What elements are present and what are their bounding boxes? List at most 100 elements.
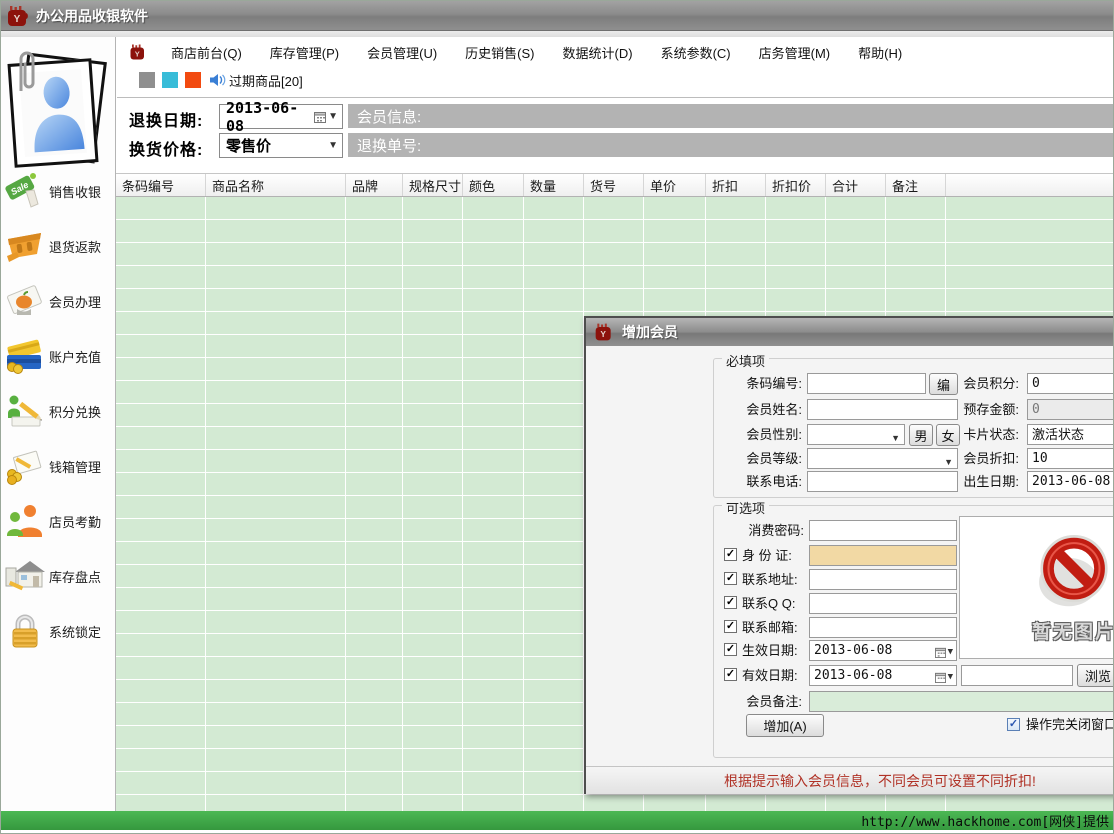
calendar-dropdown-icon[interactable]: ▼ <box>935 668 953 687</box>
member-level-select[interactable]: ▼ <box>807 448 958 469</box>
menu-item-sales-history[interactable]: 历史销售(S) <box>455 40 544 65</box>
sidebar-item-points-exchange[interactable]: 积分兑换 <box>3 385 114 437</box>
gender-select[interactable]: ▼ <box>807 424 905 445</box>
contact-phone-input[interactable] <box>807 471 958 492</box>
menu-item-inventory[interactable]: 库存管理(P) <box>260 40 349 65</box>
table-cell <box>463 358 524 380</box>
column-header-1[interactable]: 条码编号 <box>116 174 206 196</box>
menu-item-members[interactable]: 会员管理(U) <box>357 40 447 65</box>
table-cell <box>206 335 346 357</box>
table-cell <box>403 335 463 357</box>
table-cell <box>463 542 524 564</box>
id-card-input[interactable] <box>809 545 957 566</box>
sidebar-item-stock-check[interactable]: 库存盘点 <box>3 550 114 602</box>
table-cell <box>403 312 463 334</box>
menu-item-store-front[interactable]: 商店前台(Q) <box>161 40 252 65</box>
browse-button[interactable]: 浏览 <box>1077 664 1114 687</box>
calendar-dropdown-icon[interactable]: ▼ <box>314 111 338 123</box>
table-cell <box>463 404 524 426</box>
barcode-input[interactable] <box>807 373 926 394</box>
sale-tag-icon: Sale <box>3 169 47 213</box>
card-status-input[interactable]: 激活状态 <box>1027 424 1114 445</box>
member-remark-input[interactable] <box>809 691 1114 712</box>
table-cell <box>706 220 766 242</box>
table-cell <box>403 565 463 587</box>
table-cell <box>116 703 206 725</box>
contact-email-input[interactable] <box>809 617 957 638</box>
contact-qq-input[interactable] <box>809 593 957 614</box>
member-name-input[interactable] <box>807 399 958 420</box>
table-cell <box>524 220 584 242</box>
table-cell <box>524 450 584 472</box>
exchange-price-select[interactable]: 零售价 ▼ <box>219 133 343 158</box>
add-member-button[interactable]: 增加(A) <box>746 714 824 737</box>
return-date-input[interactable]: 2013-06-08 ▼ <box>219 104 343 129</box>
table-cell <box>116 450 206 472</box>
valid-date-checkbox[interactable]: ✓ <box>724 668 737 681</box>
member-points-input[interactable]: 0 <box>1027 373 1114 394</box>
effective-date-checkbox[interactable]: ✓ <box>724 643 737 656</box>
table-cell <box>524 703 584 725</box>
member-photo-box: 暂无图片 <box>959 516 1114 659</box>
table-cell <box>403 427 463 449</box>
table-cell <box>826 197 886 219</box>
menu-item-statistics[interactable]: 数据统计(D) <box>553 40 643 65</box>
menu-item-store-manage[interactable]: 店务管理(M) <box>749 40 841 65</box>
sidebar-item-sales-checkout[interactable]: Sale 销售收银 <box>3 165 114 217</box>
member-discount-input[interactable]: 10 <box>1027 448 1114 469</box>
column-header-3[interactable]: 品牌 <box>346 174 403 196</box>
dialog-titlebar[interactable]: Y 增加会员 <box>586 318 1114 346</box>
column-header-12[interactable]: 备注 <box>886 174 946 196</box>
table-cell <box>116 726 206 748</box>
photo-path-input[interactable] <box>961 665 1073 686</box>
cyan-swatch-icon[interactable] <box>162 72 178 88</box>
column-header-11[interactable]: 合计 <box>826 174 886 196</box>
sidebar-item-member-register[interactable]: 会员办理 <box>3 275 114 327</box>
orange-swatch-icon[interactable] <box>185 72 201 88</box>
contact-address-input[interactable] <box>809 569 957 590</box>
column-header-9[interactable]: 折扣 <box>706 174 766 196</box>
email-checkbox[interactable]: ✓ <box>724 620 737 633</box>
table-cell <box>346 473 403 495</box>
table-cell <box>346 680 403 702</box>
consume-password-input[interactable] <box>809 520 957 541</box>
table-cell <box>403 289 463 311</box>
sidebar-item-return-refund[interactable]: 退货返款 <box>3 220 114 272</box>
return-number-bar: 退换单号: <box>348 133 1114 157</box>
table-cell <box>946 266 1114 288</box>
field-row-barcode: 条码编号: 编 会员积分: 0 <box>714 373 1114 395</box>
expired-items-label[interactable]: 过期商品[20] <box>229 71 303 90</box>
column-header-8[interactable]: 单价 <box>644 174 706 196</box>
table-cell <box>206 519 346 541</box>
column-header-4[interactable]: 规格尺寸 <box>403 174 463 196</box>
calendar-dropdown-icon[interactable]: ▼ <box>935 643 953 662</box>
table-cell <box>116 496 206 518</box>
table-cell <box>584 266 644 288</box>
column-header-7[interactable]: 货号 <box>584 174 644 196</box>
menu-item-help[interactable]: 帮助(H) <box>848 40 912 65</box>
address-checkbox[interactable]: ✓ <box>724 572 737 585</box>
table-cell <box>346 381 403 403</box>
effective-date-input[interactable]: 2013-06-08 ▼ <box>809 640 957 661</box>
sidebar-item-account-recharge[interactable]: 账户充值 <box>3 330 114 382</box>
id-card-checkbox[interactable]: ✓ <box>724 548 737 561</box>
table-cell <box>463 680 524 702</box>
table-cell <box>524 266 584 288</box>
menu-item-system-params[interactable]: 系统参数(C) <box>651 40 741 65</box>
valid-date-input[interactable]: 2013-06-08 ▼ <box>809 665 957 686</box>
column-header-10[interactable]: 折扣价 <box>766 174 826 196</box>
column-header-2[interactable]: 商品名称 <box>206 174 346 196</box>
sidebar-item-system-lock[interactable]: 系统锁定 <box>3 605 114 657</box>
window-titlebar[interactable]: Y 办公用品收银软件 <box>1 1 1114 31</box>
gray-swatch-icon[interactable] <box>139 72 155 88</box>
qq-checkbox[interactable]: ✓ <box>724 596 737 609</box>
column-header-6[interactable]: 数量 <box>524 174 584 196</box>
male-button[interactable]: 男 <box>909 424 933 446</box>
sidebar-item-cashbox-manage[interactable]: 钱箱管理 <box>3 440 114 492</box>
birth-date-input[interactable]: 2013-06-08 <box>1027 471 1114 492</box>
close-after-done-checkbox[interactable]: ✓ <box>1007 718 1020 731</box>
column-header-5[interactable]: 颜色 <box>463 174 524 196</box>
sidebar-item-staff-attendance[interactable]: 店员考勤 <box>3 495 114 547</box>
table-cell <box>116 588 206 610</box>
table-cell <box>584 243 644 265</box>
